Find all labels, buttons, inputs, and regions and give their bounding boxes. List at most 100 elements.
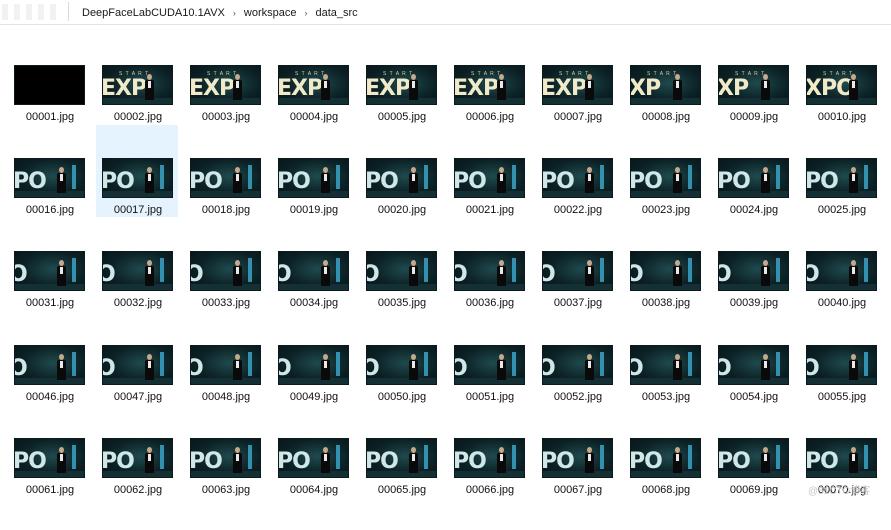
image-thumbnail: PO [102, 438, 173, 478]
file-name: 00066.jpg [465, 484, 515, 496]
file-item[interactable]: O 00032.jpg [100, 251, 184, 343]
file-item[interactable]: PO 00022.jpg [540, 158, 624, 250]
file-item[interactable]: PO 00067.jpg [540, 438, 624, 530]
file-item[interactable]: PO 00063.jpg [188, 438, 272, 530]
image-thumbnail: PO [454, 158, 525, 198]
image-thumbnail: PO [14, 158, 85, 198]
file-name: 00052.jpg [553, 391, 603, 403]
file-item[interactable]: O 00037.jpg [540, 251, 624, 343]
image-thumbnail: PO [278, 438, 349, 478]
image-thumbnail: S T A R T EXP [278, 65, 349, 105]
file-item[interactable]: PO 00061.jpg [12, 438, 96, 530]
file-item[interactable]: O 00051.jpg [452, 345, 536, 437]
file-item[interactable]: PO 00065.jpg [364, 438, 448, 530]
file-name: 00050.jpg [377, 391, 427, 403]
image-thumbnail: O [278, 251, 349, 291]
file-item[interactable]: O 00053.jpg [628, 345, 712, 437]
file-item[interactable]: PO 00025.jpg [804, 158, 888, 250]
file-name: 00047.jpg [113, 391, 163, 403]
file-item[interactable]: S T A R T XPO 00010.jpg [804, 65, 888, 157]
file-item[interactable]: PO 00066.jpg [452, 438, 536, 530]
file-item[interactable]: 00001.jpg [12, 65, 96, 157]
file-grid: 00001.jpg S T A R T EXP 00002.jpg S T A R TE… [0, 0, 891, 500]
file-item[interactable]: O 00046.jpg [12, 345, 96, 437]
file-item[interactable]: O 00040.jpg [804, 251, 888, 343]
file-item[interactable]: S T A R T EXP 00003.jpg [188, 65, 272, 157]
file-item[interactable]: O 00033.jpg [188, 251, 272, 343]
image-thumbnail: S T A R T XP [718, 65, 789, 105]
file-item[interactable]: O 00049.jpg [276, 345, 360, 437]
file-item[interactable]: O 00036.jpg [452, 251, 536, 343]
file-item[interactable]: S T A R T EXP 00007.jpg [540, 65, 624, 157]
file-item[interactable]: PO 00020.jpg [364, 158, 448, 250]
file-item[interactable]: S T A R T EXP 00004.jpg [276, 65, 360, 157]
file-name: 00009.jpg [729, 111, 779, 123]
image-thumbnail: PO [278, 158, 349, 198]
image-thumbnail: PO [542, 438, 613, 478]
file-item[interactable]: PO 00064.jpg [276, 438, 360, 530]
image-thumbnail: O [366, 251, 437, 291]
file-item[interactable]: S T A R T EXP 00005.jpg [364, 65, 448, 157]
file-name: 00018.jpg [201, 204, 251, 216]
file-name: 00007.jpg [553, 111, 603, 123]
file-name: 00069.jpg [729, 484, 779, 496]
file-item[interactable]: O 00038.jpg [628, 251, 712, 343]
file-name: 00040.jpg [817, 297, 867, 309]
file-item[interactable]: O 00054.jpg [716, 345, 800, 437]
image-thumbnail: O [806, 345, 877, 385]
image-thumbnail: O [190, 251, 261, 291]
image-thumbnail: PO [190, 438, 261, 478]
file-item[interactable]: PO 00019.jpg [276, 158, 360, 250]
file-item[interactable]: O 00052.jpg [540, 345, 624, 437]
image-thumbnail: O [454, 345, 525, 385]
file-item[interactable]: PO 00069.jpg [716, 438, 800, 530]
image-thumbnail: PO [806, 438, 877, 478]
file-item[interactable]: PO 00021.jpg [452, 158, 536, 250]
file-name: 00067.jpg [553, 484, 603, 496]
file-item[interactable]: O 00039.jpg [716, 251, 800, 343]
watermark-text: @51CTO博客 [808, 486, 871, 497]
image-thumbnail: O [718, 251, 789, 291]
image-thumbnail: PO [366, 158, 437, 198]
file-item[interactable]: PO 00023.jpg [628, 158, 712, 250]
file-name: 00022.jpg [553, 204, 603, 216]
image-thumbnail: O [542, 345, 613, 385]
file-name: 00054.jpg [729, 391, 779, 403]
file-item[interactable]: O 00048.jpg [188, 345, 272, 437]
image-thumbnail: O [102, 251, 173, 291]
file-item[interactable]: S T A R T XP 00009.jpg [716, 65, 800, 157]
file-name: 00010.jpg [817, 111, 867, 123]
image-thumbnail: S T A R T EXP [542, 65, 613, 105]
file-item[interactable]: O 00035.jpg [364, 251, 448, 343]
file-item[interactable]: O 00034.jpg [276, 251, 360, 343]
image-thumbnail: S T A R T EXP [190, 65, 261, 105]
file-name: 00006.jpg [465, 111, 515, 123]
file-name: 00008.jpg [641, 111, 691, 123]
file-name: 00019.jpg [289, 204, 339, 216]
file-item[interactable]: PO 00018.jpg [188, 158, 272, 250]
image-thumbnail: O [806, 251, 877, 291]
file-name: 00001.jpg [25, 111, 75, 123]
file-name: 00003.jpg [201, 111, 251, 123]
file-item[interactable]: PO 00024.jpg [716, 158, 800, 250]
file-item[interactable]: O 00055.jpg [804, 345, 888, 437]
file-item[interactable]: PO 00017.jpg [96, 125, 178, 217]
file-name: 00032.jpg [113, 297, 163, 309]
file-item[interactable]: O 00031.jpg [12, 251, 96, 343]
file-item[interactable]: PO 00016.jpg [12, 158, 96, 250]
file-name: 00064.jpg [289, 484, 339, 496]
file-item[interactable]: PO 00068.jpg [628, 438, 712, 530]
file-item[interactable]: PO 00062.jpg [100, 438, 184, 530]
file-item[interactable]: O 00047.jpg [100, 345, 184, 437]
image-thumbnail: PO [718, 438, 789, 478]
file-item[interactable]: S T A R T EXP 00006.jpg [452, 65, 536, 157]
file-item[interactable]: S T A R T XP 00008.jpg [628, 65, 712, 157]
image-thumbnail: O [278, 345, 349, 385]
image-thumbnail: S T A R T EXP [102, 65, 173, 105]
file-name: 00020.jpg [377, 204, 427, 216]
image-thumbnail: O [630, 345, 701, 385]
file-item[interactable]: O 00050.jpg [364, 345, 448, 437]
file-name: 00051.jpg [465, 391, 515, 403]
image-thumbnail: O [366, 345, 437, 385]
image-thumbnail: PO [102, 158, 173, 198]
